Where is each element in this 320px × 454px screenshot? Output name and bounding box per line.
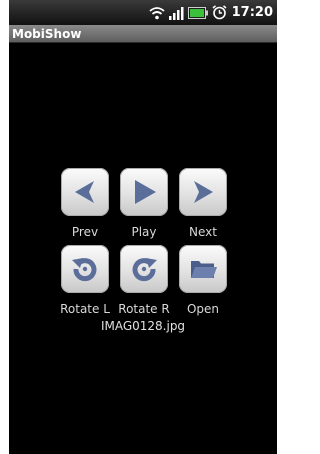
rotate-right-button[interactable] <box>120 245 168 293</box>
status-bar: 17:20 <box>9 0 277 25</box>
next-arrow-icon <box>194 181 213 203</box>
rotate-left-button[interactable] <box>61 245 109 293</box>
alarm-icon <box>212 4 227 22</box>
battery-icon <box>187 4 208 22</box>
current-file-name: IMAG0128.jpg <box>100 319 186 333</box>
open-label: Open <box>186 302 220 316</box>
prev-button[interactable] <box>61 168 109 216</box>
rotate-left-icon <box>72 258 97 282</box>
wifi-icon <box>149 4 165 22</box>
next-label: Next <box>189 225 217 239</box>
play-icon <box>135 180 156 204</box>
rotate-right-icon <box>132 258 157 282</box>
app-screen: 17:20 MobiShow Prev Play Next Rotate L R… <box>9 0 277 454</box>
app-title: MobiShow <box>12 26 82 41</box>
signal-icon <box>168 4 184 22</box>
next-button[interactable] <box>179 168 227 216</box>
open-button[interactable] <box>179 245 227 293</box>
play-button[interactable] <box>120 168 168 216</box>
folder-icon <box>191 261 217 278</box>
prev-arrow-icon <box>75 181 94 203</box>
status-time: 17:20 <box>231 5 273 20</box>
app-title-bar: MobiShow <box>9 25 277 43</box>
